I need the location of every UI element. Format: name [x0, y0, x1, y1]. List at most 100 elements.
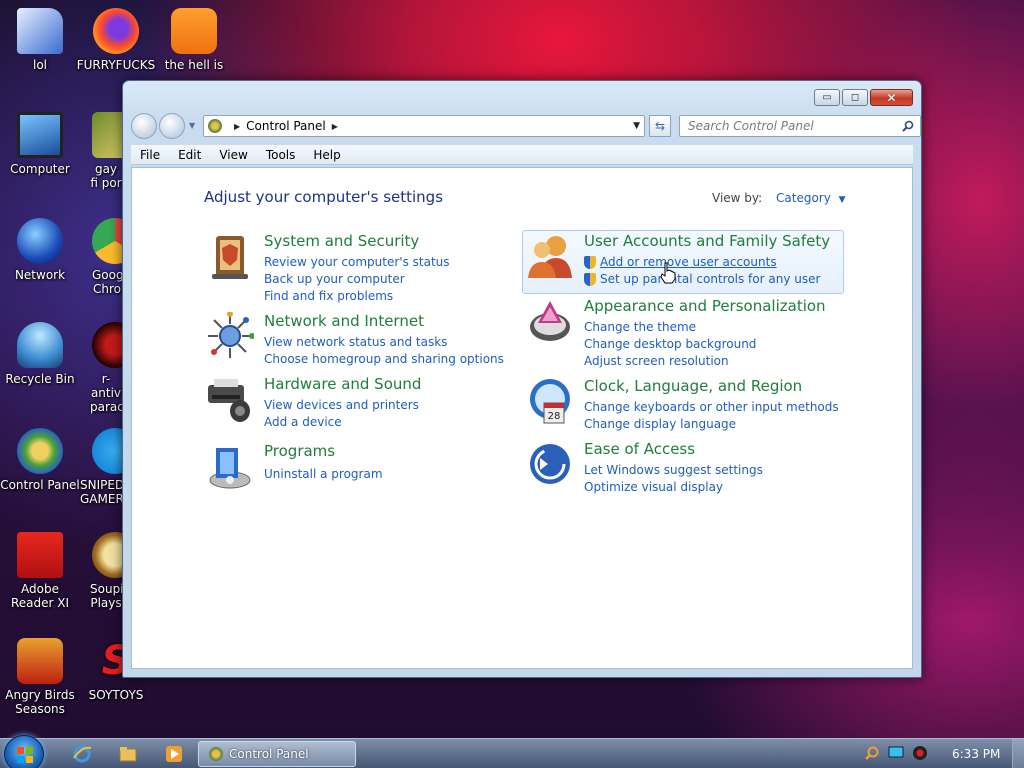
desktop-icon-label: Computer [10, 162, 70, 176]
menu-file[interactable]: File [131, 148, 169, 162]
caption-buttons: ▭ ◻ ✕ [814, 89, 913, 106]
address-bar[interactable]: ▶ Control Panel ▶ ▼ [203, 115, 645, 137]
link-suggest-settings[interactable]: Let Windows suggest settings [584, 462, 763, 479]
address-dropdown-icon[interactable]: ▼ [633, 121, 640, 131]
desktop-icon-soupi-plays[interactable]: Soupi Plays [76, 532, 122, 610]
hand-cursor-icon [660, 262, 676, 284]
antivirus-tray-icon[interactable] [912, 745, 928, 761]
chrome-icon [92, 218, 122, 264]
desktop-icon-angry-birds[interactable]: Angry Birds Seasons [0, 638, 80, 716]
view-by: View by: Category ▼ [712, 191, 846, 205]
media-player-icon[interactable] [164, 744, 184, 764]
menu-help[interactable]: Help [304, 148, 349, 162]
menu-bar: File Edit View Tools Help [131, 145, 913, 165]
view-by-dropdown[interactable]: Category [776, 191, 831, 205]
firefox-icon [93, 8, 139, 54]
desktop-icon-sniped-gamer[interactable]: SNIPED! GAMER [76, 428, 122, 506]
breadcrumb-chevron-icon[interactable]: ▶ [332, 122, 338, 131]
desktop-icon-furryfucks[interactable]: FURRYFUCKS [76, 8, 156, 72]
desktop-icon-computer[interactable]: Computer [0, 112, 80, 176]
link-screen-resolution[interactable]: Adjust screen resolution [584, 353, 756, 370]
uac-shield-icon [584, 256, 596, 269]
taskbar-clock[interactable]: 6:33 PM [952, 747, 1000, 761]
category-title[interactable]: Clock, Language, and Region [584, 377, 802, 395]
chevron-down-icon[interactable]: ▼ [839, 195, 846, 205]
menu-view[interactable]: View [210, 148, 256, 162]
network-globe-icon [17, 218, 63, 264]
category-title[interactable]: Hardware and Sound [264, 375, 421, 393]
forward-button[interactable] [159, 113, 185, 139]
search-placeholder: Search Control Panel [688, 119, 814, 133]
menu-edit[interactable]: Edit [169, 148, 210, 162]
search-tray-icon[interactable] [864, 745, 880, 761]
file-explorer-icon[interactable] [118, 744, 138, 764]
desktop-icon-network[interactable]: Network [0, 218, 80, 282]
link-visual-display[interactable]: Optimize visual display [584, 479, 763, 496]
category-title[interactable]: Programs [264, 442, 335, 460]
desktop-icon-label: Adobe Reader XI [10, 582, 70, 610]
link-add-remove-accounts[interactable]: Add or remove user accounts [600, 254, 777, 271]
category-title[interactable]: Ease of Access [584, 440, 695, 458]
category-title[interactable]: System and Security [264, 232, 419, 250]
back-button[interactable] [131, 113, 157, 139]
link-review-status[interactable]: Review your computer's status [264, 254, 450, 271]
desktop-icon-r-antivirus[interactable]: r-antiv parac [76, 322, 122, 414]
recycle-bin-icon [17, 322, 63, 368]
desktop-icon-the-hell-is[interactable]: the hell is [154, 8, 234, 72]
link-find-fix[interactable]: Find and fix problems [264, 288, 450, 305]
recent-pages-chevron-icon[interactable]: ▼ [189, 121, 195, 130]
control-panel-window[interactable]: ▭ ◻ ✕ ▼ ▶ Control Panel ▶ ▼ ⇆ Search Con… [122, 80, 922, 678]
minimize-button[interactable]: ▭ [814, 89, 840, 106]
link-homegroup[interactable]: Choose homegroup and sharing options [264, 351, 504, 368]
close-button[interactable]: ✕ [870, 89, 913, 106]
link-add-device[interactable]: Add a device [264, 414, 419, 431]
desktop-icon-label: Network [14, 268, 66, 282]
category-title[interactable]: Appearance and Personalization [584, 297, 826, 315]
maximize-button[interactable]: ◻ [842, 89, 868, 106]
link-back-up[interactable]: Back up your computer [264, 271, 450, 288]
menu-tools[interactable]: Tools [257, 148, 305, 162]
link-change-theme[interactable]: Change the theme [584, 319, 756, 336]
link-devices-printers[interactable]: View devices and printers [264, 397, 419, 414]
category-title[interactable]: Network and Internet [264, 312, 424, 330]
svg-text:28: 28 [548, 411, 561, 422]
link-desktop-background[interactable]: Change desktop background [584, 336, 756, 353]
angry-birds-icon [17, 638, 63, 684]
network-internet-icon [208, 312, 254, 358]
desktop-icon-control-panel[interactable]: Control Panel [0, 428, 80, 492]
refresh-icon: ⇆ [654, 119, 666, 133]
search-icon[interactable] [902, 120, 914, 132]
refresh-button[interactable]: ⇆ [649, 115, 671, 137]
internet-explorer-icon[interactable] [72, 744, 92, 764]
clock-app-icon [92, 532, 122, 578]
control-panel-icon [209, 747, 223, 761]
breadcrumb-control-panel[interactable]: Control Panel [246, 119, 326, 133]
clock-language-icon: 28 [530, 379, 570, 424]
breadcrumb-chevron-icon[interactable]: ▶ [234, 122, 240, 131]
desktop-icon-label: FURRYFUCKS [76, 58, 156, 72]
uac-shield-icon [584, 273, 596, 286]
category-title[interactable]: User Accounts and Family Safety [584, 232, 830, 250]
link-network-status[interactable]: View network status and tasks [264, 334, 504, 351]
desktop-icon-label: Recycle Bin [5, 372, 75, 386]
desktop-icon-google-chrome[interactable]: Goog Chro [76, 218, 122, 296]
link-row: Add or remove user accounts [584, 254, 820, 271]
link-parental-controls[interactable]: Set up parental controls for any user [600, 271, 820, 288]
desktop-icon-label: SNIPED! GAMER [80, 478, 122, 506]
uc-browser-icon [171, 8, 217, 54]
show-desktop-button[interactable] [1012, 739, 1024, 768]
start-button[interactable] [4, 735, 44, 768]
link-display-language[interactable]: Change display language [584, 416, 839, 433]
link-keyboards[interactable]: Change keyboards or other input methods [584, 399, 839, 416]
search-input[interactable]: Search Control Panel [679, 115, 921, 137]
desktop-icon-gay-fi[interactable]: gay fi por [76, 112, 122, 190]
desktop-icon-lol[interactable]: lol [0, 8, 80, 72]
taskbar-item-control-panel[interactable]: Control Panel [198, 741, 356, 767]
taskbar: Control Panel 6:33 PM [0, 735, 1024, 768]
adobe-reader-icon [17, 532, 63, 578]
monitor-tray-icon[interactable] [888, 745, 904, 761]
link-uninstall[interactable]: Uninstall a program [264, 466, 383, 483]
programs-icon [209, 448, 251, 489]
desktop-icon-recycle-bin[interactable]: Recycle Bin [0, 322, 80, 386]
desktop-icon-adobe-reader[interactable]: Adobe Reader XI [0, 532, 80, 610]
